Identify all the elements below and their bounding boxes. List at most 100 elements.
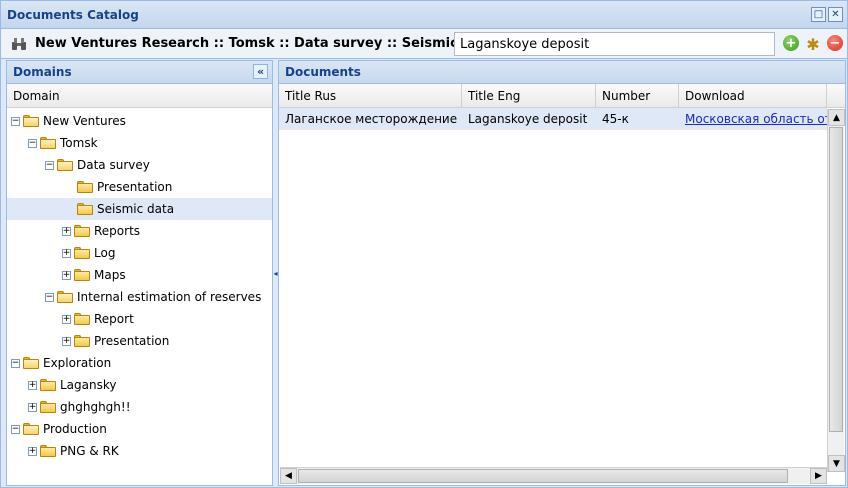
delete-icon[interactable]: − [827,35,843,51]
add-icon[interactable]: + [783,35,799,51]
horizontal-scroll-thumb[interactable] [298,469,788,483]
tree-node-label: Log [94,246,116,260]
download-link[interactable]: Московская область от [679,112,827,126]
folder-icon [23,423,39,435]
tree-node[interactable]: + Presentation [7,330,272,352]
tree-node[interactable]: − New Ventures [7,110,272,132]
vertical-scroll-thumb[interactable] [829,127,843,432]
table-row[interactable]: Лаганское месторождение Laganskoye depos… [279,108,827,130]
tree-node[interactable]: + Maps [7,264,272,286]
tree-node-label: Lagansky [60,378,117,392]
folder-icon [40,401,56,413]
gear-icon[interactable]: ✱ [804,35,822,54]
scroll-down-icon[interactable]: ▼ [828,455,845,472]
toolbar-actions: + ✱ − [783,35,843,54]
cell-title-eng: Laganskoye deposit [468,111,588,126]
tree-node-label: Exploration [43,356,112,370]
expand-node-icon[interactable]: + [62,336,71,346]
maximize-icon[interactable]: □ [811,7,826,22]
column-number[interactable]: Number [596,84,679,107]
tree-node-label: Presentation [94,334,170,348]
tree-node[interactable]: + ghghghgh!! [7,396,272,418]
folder-icon [40,445,56,457]
window-title: Documents Catalog [7,7,139,22]
expand-node-icon[interactable]: + [62,248,71,258]
domain-column-label: Domain [13,89,60,103]
expand-node-icon[interactable]: + [28,402,37,412]
tree-node-label: Reports [94,224,141,238]
tree-node[interactable]: + Reports [7,220,272,242]
folder-icon [74,313,90,325]
cell-number: 45-к [602,111,629,126]
tree-node[interactable]: + Report [7,308,272,330]
folder-icon [57,291,73,303]
tree-node[interactable]: − Data survey [7,154,272,176]
expand-node-icon[interactable]: + [62,226,71,236]
tree-node-label: Maps [94,268,126,282]
folder-icon [74,269,90,281]
tree-node-label: Data survey [77,158,150,172]
column-download[interactable]: Download [679,84,827,107]
column-title-rus[interactable]: Title Rus [279,84,462,107]
collapse-node-icon[interactable]: − [28,138,37,148]
tree-node-label: Seismic data [97,202,175,216]
scroll-up-icon[interactable]: ▲ [828,109,845,126]
folder-icon [23,357,39,369]
collapse-node-icon[interactable]: − [11,116,20,126]
tree-node[interactable]: − Tomsk [7,132,272,154]
domain-tree: − New Ventures − Tomsk − Data survey Presenta… [7,108,272,462]
collapse-icon[interactable]: « [253,64,268,79]
expand-node-icon[interactable]: + [28,380,37,390]
folder-icon [57,159,73,171]
tree-node-label: Presentation [97,180,173,194]
documents-panel: Documents Title Rus Title Eng Number Dow… [278,60,846,486]
search-input[interactable] [454,32,775,56]
tree-node[interactable]: − Production [7,418,272,440]
tree-node[interactable]: Seismic data [7,198,272,220]
window-tools: □ ✕ [811,7,843,22]
documents-column-headers: Title Rus Title Eng Number Download [279,84,845,108]
folder-icon [77,181,93,193]
collapse-node-icon[interactable]: − [11,358,20,368]
folder-icon [74,247,90,259]
cell-title-rus: Лаганское месторождение [285,111,458,126]
tree-node[interactable]: − Internal estimation of reserves [7,286,272,308]
domains-header: Domains « [7,61,272,84]
scroll-right-icon[interactable]: ▶ [810,468,827,484]
domain-column-header[interactable]: Domain [7,84,272,108]
tree-node-label: New Ventures [43,114,126,128]
tree-node[interactable]: + PNG & RK [7,440,272,462]
close-icon[interactable]: ✕ [828,7,843,22]
scroll-left-icon[interactable]: ◀ [280,468,297,484]
expand-node-icon[interactable]: + [28,446,37,456]
expand-node-icon[interactable]: + [62,314,71,324]
folder-icon [23,115,39,127]
tree-node-label: Report [94,312,134,326]
breadcrumb: New Ventures Research :: Tomsk :: Data s… [35,36,496,51]
collapse-node-icon[interactable]: − [45,160,54,170]
domains-panel: Domains « Domain − New Ventures − Tomsk − Dat… [6,60,273,486]
column-title-eng[interactable]: Title Eng [462,84,596,107]
expand-node-icon[interactable]: + [62,270,71,280]
tree-node[interactable]: Presentation [7,176,272,198]
folder-icon [74,335,90,347]
vertical-scrollbar[interactable]: ▲ ▼ [827,109,845,472]
folder-icon [77,203,93,215]
folder-icon [40,379,56,391]
collapse-node-icon[interactable]: − [45,292,54,302]
tree-node-label: PNG & RK [60,444,119,458]
domains-title: Domains [13,65,72,79]
collapse-node-icon[interactable]: − [11,424,20,434]
tree-node[interactable]: − Exploration [7,352,272,374]
binoculars-icon[interactable] [9,34,29,54]
tree-node[interactable]: + Lagansky [7,374,272,396]
horizontal-scrollbar[interactable]: ◀ ▶ [280,467,827,484]
tree-node[interactable]: + Log [7,242,272,264]
folder-icon [40,137,56,149]
documents-header: Documents [279,61,845,84]
window-titlebar: Documents Catalog □ ✕ [1,1,847,29]
path-toolbar: New Ventures Research :: Tomsk :: Data s… [1,29,847,59]
tree-node-label: Internal estimation of reserves [77,290,262,304]
